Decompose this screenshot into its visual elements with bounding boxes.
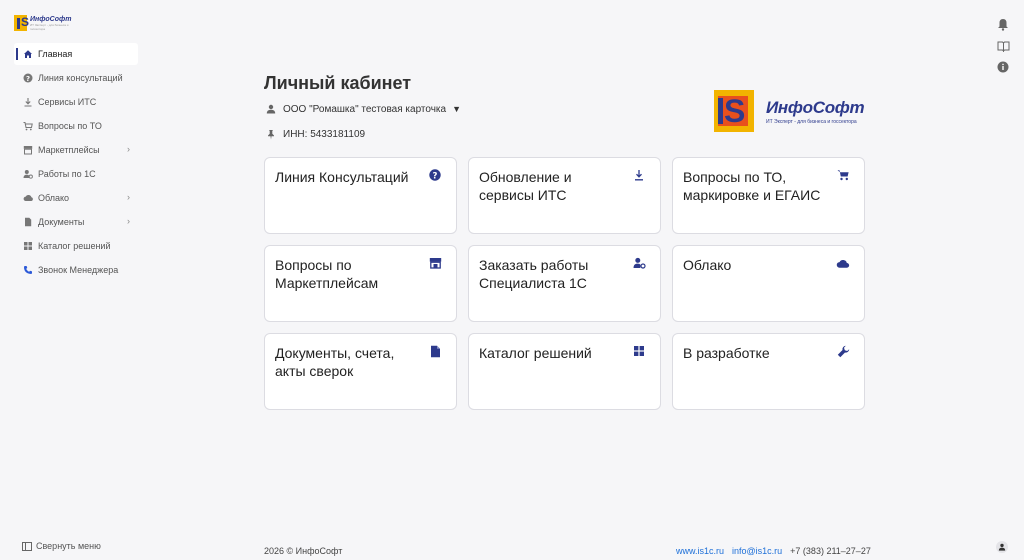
cloud-icon: [836, 256, 850, 270]
sidebar-item-label: Сервисы ИТС: [38, 97, 97, 107]
sidebar-item-to-questions[interactable]: Вопросы по ТО: [14, 115, 138, 137]
logo-mark-icon: [14, 15, 29, 31]
card-label: В разработке: [683, 345, 770, 361]
sidebar-item-home[interactable]: Главная: [14, 43, 138, 65]
sidebar-item-solutions-catalog[interactable]: Каталог решений: [14, 235, 138, 257]
sidebar: ИнфоСофт ИТ Эксперт - для бизнеса и госс…: [0, 0, 142, 560]
grid-icon: [22, 240, 34, 252]
card-label: Документы, счета, акты сверок: [275, 345, 395, 379]
chevron-right-icon: ›: [127, 216, 130, 226]
user-avatar-button[interactable]: [996, 541, 1008, 553]
store-icon: [22, 144, 34, 156]
svg-text:?: ?: [26, 75, 30, 83]
page-title: Личный кабинет: [264, 73, 412, 93]
sidebar-item-label: Документы: [38, 217, 85, 227]
sidebar-item-label: Маркетплейсы: [38, 145, 100, 155]
chevron-right-icon: ›: [127, 144, 130, 154]
chevron-right-icon: ›: [127, 192, 130, 202]
card-label: Линия Консультаций: [275, 169, 409, 185]
sidebar-item-consult-line[interactable]: ? Линия консультаций: [14, 67, 138, 89]
inn-row: ИНН: 5433181109: [265, 128, 365, 140]
user-gear-icon: [22, 168, 34, 180]
sidebar-item-cloud[interactable]: Облако ›: [14, 187, 138, 209]
sidebar-item-manager-call[interactable]: Звонок Менеджера: [14, 259, 138, 281]
sidebar-item-marketplaces[interactable]: Маркетплейсы ›: [14, 139, 138, 161]
cloud-icon: [22, 192, 34, 204]
bell-icon: [998, 18, 1008, 31]
person-icon: [265, 103, 277, 115]
card-label: Каталог решений: [479, 345, 592, 361]
document-icon: [428, 344, 442, 358]
sidebar-item-documents[interactable]: Документы ›: [14, 211, 138, 233]
document-icon: [22, 216, 34, 228]
card-label: Вопросы по Маркетплейсам: [275, 257, 379, 291]
footer-email-link[interactable]: info@is1c.ru: [732, 546, 782, 556]
collapse-menu-button[interactable]: Свернуть меню: [22, 541, 101, 551]
help-circle-icon: ?: [428, 168, 442, 182]
footer-phone: +7 (383) 211–27–27: [790, 546, 871, 556]
download-icon: [22, 96, 34, 108]
phone-icon: [22, 264, 34, 276]
card-label: Обновление и сервисы ИТС: [479, 169, 572, 203]
brand-name: ИнфоСофт: [766, 97, 865, 117]
sidebar-collapse-icon: [22, 541, 32, 551]
footer-contacts: www.is1c.ru info@is1c.ru +7 (383) 211–27…: [676, 546, 871, 556]
info-button[interactable]: [996, 60, 1010, 74]
card-marketplaces[interactable]: Вопросы по Маркетплейсам: [264, 245, 457, 322]
download-icon: [632, 168, 646, 182]
knowledge-base-button[interactable]: [996, 39, 1010, 53]
sidebar-logo[interactable]: ИнфоСофт ИТ Эксперт - для бизнеса и госс…: [14, 14, 74, 32]
sidebar-logo-tagline: ИТ Эксперт - для бизнеса и госсектора: [29, 22, 69, 31]
card-consultation-line[interactable]: Линия Консультаций ?: [264, 157, 457, 234]
store-icon: [428, 256, 442, 270]
card-label: Облако: [683, 257, 732, 273]
help-circle-icon: ?: [22, 72, 34, 84]
card-solutions-catalog[interactable]: Каталог решений: [468, 333, 661, 410]
collapse-menu-label: Свернуть меню: [36, 541, 101, 551]
notifications-button[interactable]: [996, 17, 1010, 31]
home-icon: [22, 48, 34, 60]
card-its-updates[interactable]: Обновление и сервисы ИТС: [468, 157, 661, 234]
info-icon: [997, 61, 1009, 73]
card-label: Вопросы по ТО, маркировке и ЕГАИС: [683, 169, 821, 203]
sidebar-item-label: Главная: [38, 49, 73, 59]
logo-mark-icon: S: [714, 90, 760, 132]
caret-down-icon: ▼: [452, 104, 462, 114]
user-gear-icon: [632, 256, 646, 270]
card-documents[interactable]: Документы, счета, акты сверок: [264, 333, 457, 410]
wrench-icon: [836, 344, 850, 358]
sidebar-item-label: Вопросы по ТО: [38, 121, 102, 131]
pin-icon: [265, 128, 277, 140]
sidebar-item-label: Каталог решений: [38, 241, 111, 251]
sidebar-item-its-services[interactable]: Сервисы ИТС: [14, 91, 138, 113]
book-icon: [997, 41, 1009, 52]
sidebar-item-label: Облако: [38, 193, 70, 203]
inn-value: ИНН: 5433181109: [283, 128, 366, 140]
card-order-1c-specialist[interactable]: Заказать работы Специалиста 1С: [468, 245, 661, 322]
organization-name: ООО "Ромашка" тестовая карточка: [283, 103, 447, 115]
sidebar-item-1c-works[interactable]: Работы по 1С: [14, 163, 138, 185]
sidebar-item-label: Работы по 1С: [38, 169, 96, 179]
cart-icon: [836, 168, 850, 182]
footer-copyright: 2026 © ИнфоСофт: [264, 546, 343, 556]
person-icon: [998, 543, 1006, 551]
sidebar-nav: Главная ? Линия консультаций Сервисы ИТС…: [14, 43, 138, 283]
card-in-development[interactable]: В разработке: [672, 333, 865, 410]
grid-icon: [632, 344, 646, 358]
brand-tagline: ИТ Эксперт - для бизнеса и госсектора: [766, 118, 857, 125]
sidebar-item-label: Звонок Менеджера: [38, 265, 119, 275]
organization-selector[interactable]: ООО "Ромашка" тестовая карточка ▼: [265, 103, 461, 115]
card-to-marking-egais[interactable]: Вопросы по ТО, маркировке и ЕГАИС: [672, 157, 865, 234]
footer-site-link[interactable]: www.is1c.ru: [676, 546, 724, 556]
brand-logo: S ИнфоСофт ИТ Эксперт - для бизнеса и го…: [714, 89, 874, 133]
sidebar-item-label: Линия консультаций: [38, 73, 123, 83]
card-cloud[interactable]: Облако: [672, 245, 865, 322]
sidebar-logo-name: ИнфоСофт: [29, 15, 72, 23]
card-label: Заказать работы Специалиста 1С: [479, 257, 589, 291]
cart-icon: [22, 120, 34, 132]
svg-text:?: ?: [433, 171, 438, 181]
